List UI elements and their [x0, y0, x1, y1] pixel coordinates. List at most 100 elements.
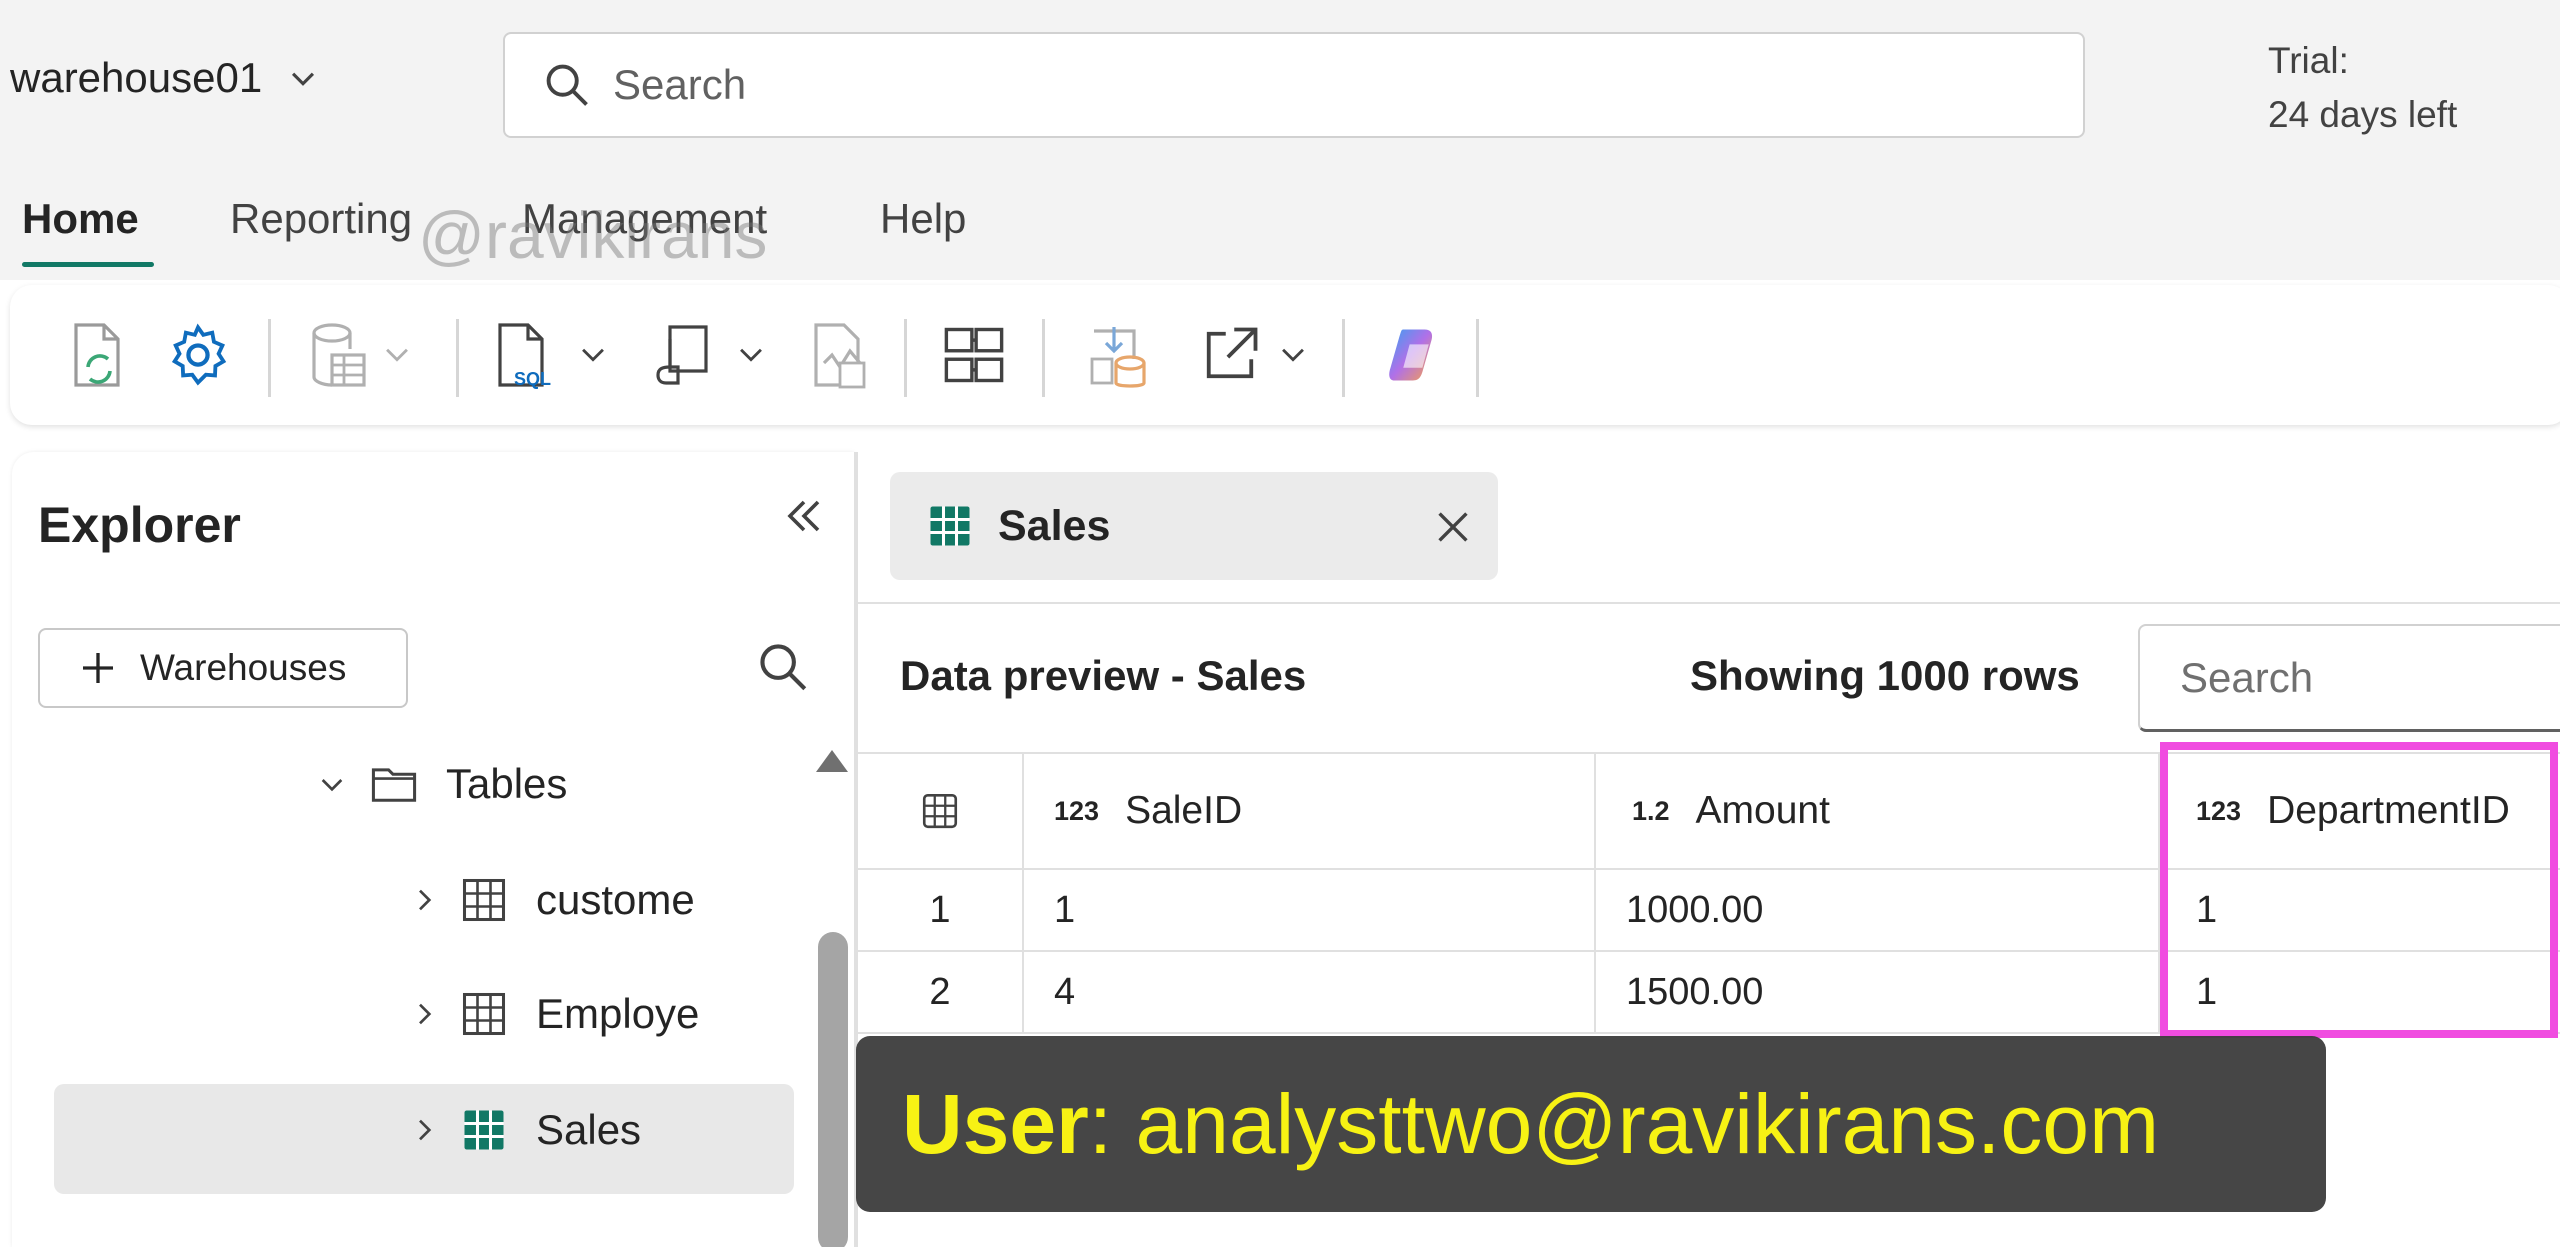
tree-item-customer[interactable]: custome	[408, 874, 738, 926]
cell-saleid[interactable]: 4	[1024, 952, 1596, 1032]
add-warehouses-label: Warehouses	[140, 647, 347, 688]
toolbar-separator	[904, 319, 907, 397]
tree-item-employee[interactable]: Employe	[408, 988, 738, 1040]
integer-type-icon: 123	[1054, 795, 1100, 826]
model-layout-button[interactable]	[938, 315, 1010, 395]
table-row[interactable]: 2 4 1500.00 1	[858, 952, 2560, 1034]
column-header-label: DepartmentID	[2267, 789, 2510, 832]
toolbar: SQL	[10, 285, 2560, 425]
copilot-button[interactable]	[1380, 315, 1452, 395]
chevron-down-icon	[292, 72, 315, 86]
tree-item-label: Sales	[536, 1106, 642, 1153]
sql-query-icon: SQL	[498, 323, 551, 389]
workspace-name: warehouse01	[10, 54, 263, 101]
close-icon[interactable]	[1430, 504, 1476, 550]
column-header-departmentid[interactable]: 123 DepartmentID	[2160, 754, 2560, 868]
share-button[interactable]	[1194, 315, 1266, 395]
model-layout-icon	[944, 327, 1004, 383]
trial-label: Trial:	[2268, 40, 2349, 81]
chevron-down-icon[interactable]	[380, 337, 414, 371]
select-all-cell[interactable]	[858, 754, 1024, 868]
chevron-down-icon[interactable]	[576, 337, 610, 371]
trial-status[interactable]: Trial: 24 days left	[2268, 34, 2457, 142]
chevron-right-icon	[419, 1003, 432, 1025]
column-header-label: SaleID	[1125, 789, 1243, 832]
integer-type-icon: 123	[2196, 795, 2242, 826]
tree-folder-tables[interactable]: Tables	[316, 758, 567, 810]
toolbar-separator	[268, 319, 271, 397]
workspace-switcher[interactable]: warehouse01	[10, 54, 320, 102]
chevron-down-icon[interactable]	[1276, 337, 1310, 371]
search-icon	[546, 64, 588, 106]
row-index: 1	[858, 870, 1024, 950]
caption-separator: :	[1088, 1076, 1113, 1171]
table-icon	[464, 1110, 504, 1150]
cell-saleid[interactable]: 1	[1024, 870, 1596, 950]
tab-reporting[interactable]: Reporting	[230, 195, 412, 243]
user-caption-overlay: User: analysttwo@ravikirans.com	[856, 1036, 2326, 1212]
cell-departmentid[interactable]: 1	[2160, 870, 2560, 950]
tree-item-label: custome	[536, 876, 695, 923]
new-visual-query-button[interactable]	[646, 315, 718, 395]
row-index: 2	[858, 952, 1024, 1032]
caption-label: User	[902, 1076, 1089, 1171]
document-tab-sales[interactable]: Sales	[890, 472, 1498, 580]
tab-help[interactable]: Help	[880, 195, 966, 243]
add-warehouses-button[interactable]: Warehouses	[38, 628, 408, 708]
copilot-icon	[1389, 329, 1433, 381]
gear-icon	[171, 323, 227, 386]
toolbar-separator	[1476, 319, 1479, 397]
explorer-scrollbar-thumb[interactable]	[818, 932, 848, 1247]
decimal-type-icon: 1.2	[1632, 795, 1670, 826]
table-icon	[930, 506, 970, 546]
refresh-icon	[74, 323, 120, 387]
explorer-title: Explorer	[38, 497, 241, 553]
document-tab-label: Sales	[998, 501, 1111, 550]
column-header-amount[interactable]: 1.2 Amount	[1596, 754, 2160, 868]
scroll-up-arrow[interactable]	[816, 750, 848, 772]
compare-icon	[814, 323, 866, 389]
tab-home[interactable]: Home	[22, 195, 139, 243]
folder-icon	[371, 768, 417, 802]
trial-days-left: 24 days left	[2268, 94, 2458, 135]
divider	[858, 602, 2560, 604]
toolbar-separator	[1042, 319, 1045, 397]
toolbar-separator	[456, 319, 459, 397]
tab-management[interactable]: Management	[522, 195, 767, 243]
caption-value: analysttwo@ravikirans.com	[1112, 1076, 2160, 1171]
explorer-panel: Explorer Warehouses Tables custome Emplo…	[12, 452, 854, 1247]
collapse-panel-icon[interactable]	[780, 492, 828, 540]
chevron-down-icon[interactable]	[734, 337, 768, 371]
new-sql-query-button[interactable]: SQL	[488, 315, 560, 395]
top-bar: warehouse01 Trial: 24 days left	[0, 0, 2560, 165]
preview-search-input[interactable]	[2138, 624, 2560, 732]
cell-amount[interactable]: 1500.00	[1596, 952, 2160, 1032]
toolbar-separator	[1342, 319, 1345, 397]
column-header-saleid[interactable]: 123 SaleID	[1024, 754, 1596, 868]
table-icon	[922, 793, 958, 829]
global-search-input[interactable]	[613, 61, 2013, 109]
visual-query-icon	[656, 325, 708, 385]
table-icon	[462, 878, 506, 922]
plus-icon	[83, 653, 113, 683]
new-table-button[interactable]	[302, 315, 374, 395]
grid-header-row: 123 SaleID 1.2 Amount 123 DepartmentID	[858, 752, 2560, 870]
load-data-icon	[1090, 327, 1146, 388]
settings-button[interactable]	[162, 315, 234, 395]
tree-folder-label: Tables	[446, 760, 568, 807]
database-table-icon	[312, 323, 366, 387]
svg-text:SQL: SQL	[514, 369, 551, 389]
compare-button[interactable]	[804, 315, 876, 395]
ribbon-tabs: Home Reporting Management Help	[0, 165, 2560, 280]
tree-item-sales[interactable]: Sales	[408, 1104, 641, 1156]
rows-count: Showing 1000 rows	[1690, 652, 2080, 699]
cell-departmentid[interactable]: 1	[2160, 952, 2560, 1032]
cell-amount[interactable]: 1000.00	[1596, 870, 2160, 950]
active-tab-indicator	[22, 262, 154, 267]
refresh-button[interactable]	[62, 315, 134, 395]
get-data-button[interactable]	[1082, 315, 1154, 395]
search-icon[interactable]	[754, 638, 812, 696]
table-row[interactable]: 1 1 1000.00 1	[858, 870, 2560, 952]
global-search-box[interactable]	[503, 32, 2085, 138]
share-icon	[1206, 327, 1258, 379]
